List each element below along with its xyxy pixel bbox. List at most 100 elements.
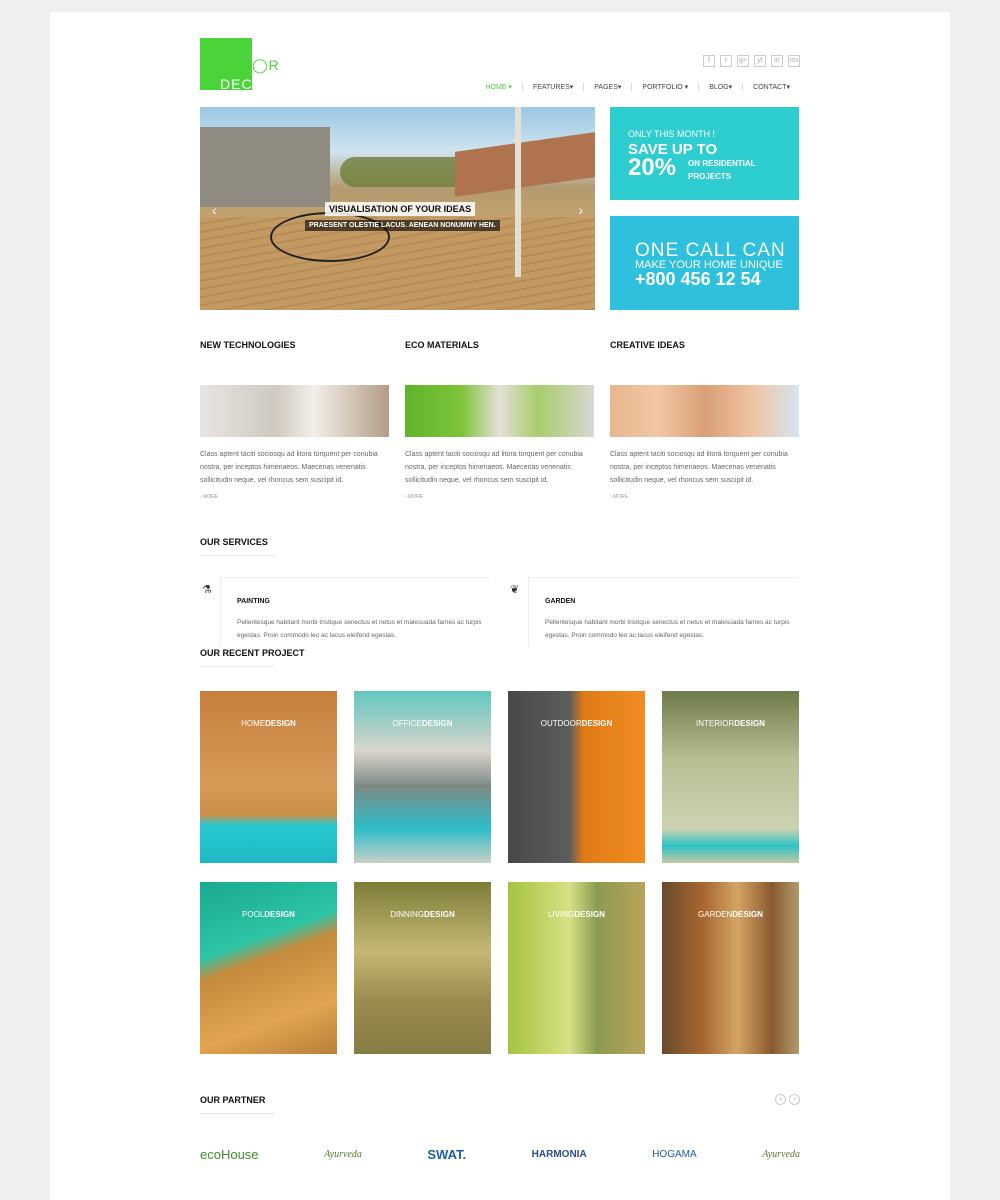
project-caption-prefix: LIVING: [548, 910, 575, 919]
project-caption-suffix: DESIGN: [732, 910, 763, 919]
feature-image: [200, 385, 389, 437]
slider-next-icon[interactable]: ›: [578, 202, 583, 218]
nav-label: CONTACT: [753, 84, 787, 91]
feature-text: Class aptent taciti sociosqu ad litora t…: [200, 451, 378, 484]
service-garden: ❦ GARDEN Pellentesque habitant morbi tri…: [508, 577, 798, 647]
project-caption-suffix: DESIGN: [265, 719, 296, 728]
main-nav: HOME ▾ FEATURES▾ PAGES▾ PORTFOLIO ▾ BLOG…: [475, 83, 800, 91]
service-text: Pellentesque habitant morbi tristique se…: [237, 619, 482, 639]
feature-image: [405, 385, 594, 437]
chevron-left-icon[interactable]: ‹: [775, 1094, 786, 1105]
service-title: PAINTING: [237, 598, 270, 605]
project-office-design[interactable]: OFFICEDESIGN: [354, 691, 491, 863]
project-caption: INTERIORDESIGN: [662, 719, 799, 728]
feature-eco-materials: ECO MATERIALS Class aptent taciti socios…: [405, 340, 594, 500]
nav-item-blog[interactable]: BLOG▾: [698, 83, 742, 91]
partner-logo-ayurveda-2[interactable]: Ayurveda: [762, 1149, 800, 1160]
social-links: f t g+ yt in rss: [703, 55, 800, 67]
twitter-icon[interactable]: t: [720, 55, 732, 67]
projects-heading: OUR RECENT PROJECT: [200, 648, 311, 667]
partner-logo-ayurveda[interactable]: Ayurveda: [324, 1149, 362, 1160]
google-plus-icon[interactable]: g+: [737, 55, 749, 67]
project-caption-suffix: DESIGN: [734, 719, 765, 728]
service-box: PAINTING Pellentesque habitant morbi tri…: [220, 577, 490, 647]
feature-title: CREATIVE IDEAS: [610, 340, 685, 350]
nav-item-home[interactable]: HOME ▾: [475, 83, 521, 91]
hero-slider[interactable]: VISUALISATION OF YOUR IDEAS PRAESENT OLE…: [200, 107, 595, 310]
project-caption-suffix: DESIGN: [581, 719, 613, 728]
partner-logo-harmonia[interactable]: HARMONIA: [532, 1149, 587, 1160]
services-heading: OUR SERVICES: [200, 537, 274, 556]
project-caption-prefix: DINNING: [390, 910, 425, 919]
nav-item-pages[interactable]: PAGES▾: [583, 83, 631, 91]
leaf-icon: ❦: [510, 584, 520, 596]
project-pool-design[interactable]: POOLDESIGN: [200, 882, 337, 1054]
nav-label: FEATURES: [532, 84, 570, 91]
hero-image-wall: [200, 127, 330, 207]
project-dinning-design[interactable]: DINNINGDESIGN: [354, 882, 491, 1054]
hero-image-roof: [455, 132, 595, 197]
nav-item-contact[interactable]: CONTACT▾: [742, 83, 800, 91]
project-caption-prefix: OUTDOOR: [540, 719, 582, 728]
project-caption-suffix: DESIGN: [424, 910, 455, 919]
promo-banner-discount[interactable]: ONLY THIS MONTH ! SAVE UP TO 20% ON RESI…: [610, 107, 799, 200]
feature-creative-ideas: CREATIVE IDEAS Class aptent taciti socio…: [610, 340, 799, 500]
slider-prev-icon[interactable]: ‹: [212, 202, 217, 218]
hero-caption-subtitle: PRAESENT OLESTIE LACUS. AENEAN NONUMMY H…: [305, 220, 500, 231]
chevron-right-icon[interactable]: ›: [789, 1094, 800, 1105]
promo-phone-number: +800 456 12 54: [635, 269, 761, 289]
logo-text-tail: ◯R: [252, 57, 280, 73]
project-outdoor-design[interactable]: OUTDOORDESIGN: [508, 691, 645, 863]
nav-item-features[interactable]: FEATURES▾: [521, 83, 583, 91]
project-caption-prefix: OFFICE: [392, 719, 422, 728]
hero-caption-title: VISUALISATION OF YOUR IDEAS: [325, 202, 476, 216]
feature-text: Class aptent taciti sociosqu ad litora t…: [405, 451, 583, 484]
project-caption-prefix: POOL: [242, 910, 265, 919]
nav-item-portfolio[interactable]: PORTFOLIO ▾: [631, 83, 698, 91]
logo[interactable]: DEC: [200, 38, 253, 92]
service-painting: ⚗ PAINTING Pellentesque habitant morbi t…: [200, 577, 490, 647]
page: DEC ◯R f t g+ yt in rss HOME ▾ FEATURES▾…: [50, 12, 950, 1200]
project-caption: LIVINGDESIGN: [508, 910, 645, 919]
project-caption-prefix: INTERIOR: [696, 719, 735, 728]
nav-label: PAGES: [594, 84, 618, 91]
youtube-icon[interactable]: yt: [754, 55, 766, 67]
promo-banner-call[interactable]: ONE CALL CAN MAKE YOUR HOME UNIQUE +800 …: [610, 216, 799, 310]
feature-more-link[interactable]: › MORE: [610, 494, 628, 500]
promo-percent: 20%: [628, 154, 677, 181]
project-living-design[interactable]: LIVINGDESIGN: [508, 882, 645, 1054]
logo-text-part: DEC: [220, 76, 253, 92]
feature-title: ECO MATERIALS: [405, 340, 479, 350]
linkedin-icon[interactable]: in: [771, 55, 783, 67]
service-text: Pellentesque habitant morbi tristique se…: [545, 619, 790, 639]
project-caption: GARDENDESIGN: [662, 910, 799, 919]
logo-text-tail-letter: R: [268, 57, 280, 73]
project-caption: OFFICEDESIGN: [354, 719, 491, 728]
service-title: GARDEN: [545, 598, 576, 605]
project-caption-prefix: GARDEN: [698, 910, 733, 919]
nav-label: HOME: [485, 84, 507, 91]
service-box: GARDEN Pellentesque habitant morbi trist…: [528, 577, 798, 647]
project-caption-suffix: DESIGN: [421, 719, 453, 728]
project-home-design[interactable]: HOMEDESIGN: [200, 691, 337, 863]
partner-logos: ecoHouse Ayurveda SWAT. HARMONIA HOGAMA …: [200, 1147, 800, 1162]
feature-more-link[interactable]: › MORE: [405, 494, 423, 500]
nav-label: BLOG: [709, 84, 729, 91]
promo-description: ON RESIDENTIAL PROJECTS: [688, 159, 756, 181]
project-caption-prefix: HOME: [241, 719, 266, 728]
project-caption: OUTDOORDESIGN: [508, 719, 645, 728]
feature-text: Class aptent taciti sociosqu ad litora t…: [610, 451, 788, 484]
partner-logo-hogama[interactable]: HOGAMA: [652, 1149, 696, 1160]
project-caption-suffix: DESIGN: [264, 910, 295, 919]
partners-heading: OUR PARTNER: [200, 1095, 275, 1114]
project-caption: DINNINGDESIGN: [354, 910, 491, 919]
project-interior-design[interactable]: INTERIORDESIGN: [662, 691, 799, 863]
partner-logo-ecohouse[interactable]: ecoHouse: [200, 1147, 259, 1162]
facebook-icon[interactable]: f: [703, 55, 715, 67]
feature-more-link[interactable]: › MORE: [200, 494, 218, 500]
flask-icon: ⚗: [202, 584, 212, 596]
partner-logo-swat[interactable]: SWAT.: [427, 1147, 466, 1162]
rss-icon[interactable]: rss: [788, 55, 800, 67]
project-caption: POOLDESIGN: [200, 910, 337, 919]
project-garden-design[interactable]: GARDENDESIGN: [662, 882, 799, 1054]
